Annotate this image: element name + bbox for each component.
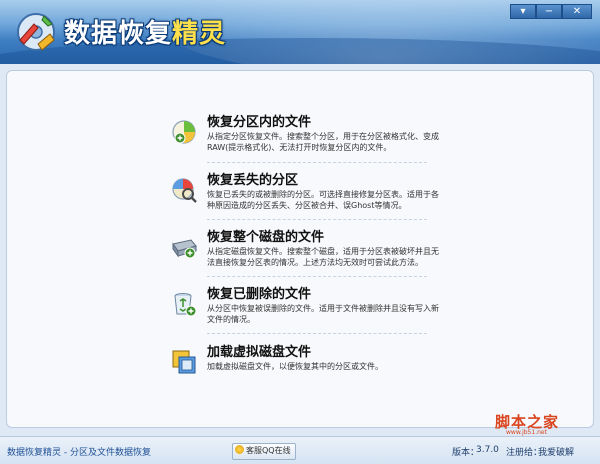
registered-to-value: 我爱破解 [538,448,575,458]
menu-item-desc: 从指定分区恢复文件。搜索整个分区，用于在分区被格式化、变成RAW(提示格式化)、… [207,132,439,152]
menu-item-title: 恢复已删除的文件 [207,287,312,302]
menu-item-desc: 恢复已丢失的或被删除的分区。可选择直接修复分区表。适用于各种原因造成的分区丢失、… [207,190,439,210]
app-title: 数据恢复精灵 [64,13,226,50]
lost-partition-icon [172,178,197,203]
title-bar: 数据恢复精灵 ▾ − ✕ [0,0,600,64]
menu-item-title: 恢复分区内的文件 [207,115,312,130]
window-controls: ▾ − ✕ [510,4,592,20]
menu-item-title: 加载虚拟磁盘文件 [207,345,312,360]
minimize-button[interactable]: − [536,4,562,19]
menu-item-desc: 从指定磁盘恢复文件。搜索整个磁盘，适用于分区表被破坏并且无法直接恢复分区表的情况… [207,247,439,267]
menu-item-title: 恢复丢失的分区 [207,173,299,188]
divider [207,276,427,277]
app-title-accent: 精灵 [172,19,227,49]
recycle-bin-icon [174,293,197,317]
partition-recover-icon [172,120,196,144]
watermark-url: www.jb51.net [506,429,547,436]
qq-support-button[interactable]: 客服QQ在线 [232,443,296,460]
version-label: 版本： [452,448,480,458]
close-button[interactable]: ✕ [562,4,592,19]
app-title-main: 数据恢复 [64,19,173,49]
app-logo-icon [17,13,55,51]
main-panel: 恢复分区内的文件 从指定分区恢复文件。搜索整个分区，用于在分区被格式化、变成RA… [6,70,594,428]
registered-to-label: 注册给： [506,448,543,458]
window-menu-button[interactable]: ▾ [510,4,536,19]
menu-item-title: 恢复整个磁盘的文件 [207,230,325,245]
divider [207,219,427,220]
divider [207,162,427,163]
menu-item-desc: 从分区中恢复被误删除的文件。适用于文件被删除并且没有写入新文件的情况。 [207,304,439,324]
menu-item-desc: 加载虚拟磁盘文件，以便恢复其中的分区或文件。 [207,362,383,371]
status-bar: 数据恢复精灵 - 分区及文件数据恢复 客服QQ在线 版本： 3.7.0 注册给：… [0,436,600,464]
qq-icon [235,445,244,454]
qq-support-label: 客服QQ在线 [246,446,291,455]
divider [207,333,427,334]
version-value: 3.7.0 [476,445,499,455]
virtual-disk-icon [172,350,196,374]
status-app-description: 数据恢复精灵 - 分区及文件数据恢复 [7,448,151,458]
disk-recover-icon [172,239,197,259]
